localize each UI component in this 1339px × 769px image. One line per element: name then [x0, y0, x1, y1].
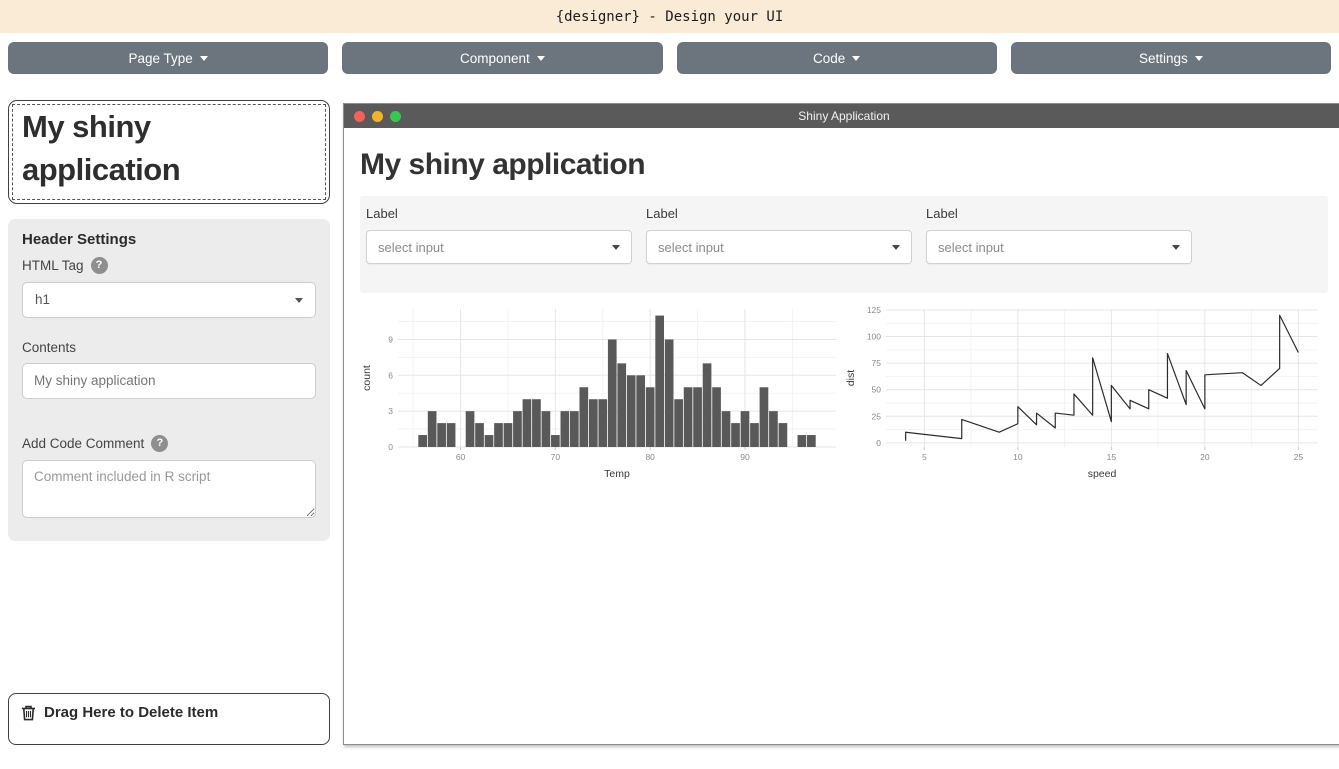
- toolbar-button-label: Settings: [1139, 51, 1188, 66]
- svg-text:3: 3: [388, 406, 393, 416]
- svg-text:125: 125: [867, 305, 881, 315]
- contents-label: Contents: [22, 340, 316, 355]
- code-comment-textarea[interactable]: [22, 460, 316, 518]
- contents-input[interactable]: [22, 363, 316, 399]
- svg-text:5: 5: [922, 452, 927, 462]
- select-input-label: Label: [926, 206, 1192, 221]
- select-input-label: Label: [646, 206, 912, 221]
- trash-icon: [21, 705, 36, 721]
- header-settings-panel: Header Settings HTML Tag ? h1 Contents A…: [8, 219, 330, 541]
- delete-zone-label: Drag Here to Delete Item: [44, 704, 218, 721]
- svg-text:speed: speed: [1088, 468, 1117, 480]
- toolbar-button-settings[interactable]: Settings: [1011, 42, 1331, 74]
- chevron-down-icon: [537, 56, 545, 61]
- select-inputs-row: Label select input Label select input La…: [360, 196, 1328, 293]
- app-title: {designer} - Design your UI: [556, 9, 784, 25]
- select-input-group: Label select input: [926, 206, 1192, 264]
- svg-text:25: 25: [1294, 452, 1304, 462]
- html-tag-select[interactable]: h1: [22, 282, 316, 318]
- select-input-value: select input: [658, 240, 724, 255]
- svg-text:80: 80: [645, 452, 655, 462]
- help-icon[interactable]: ?: [151, 435, 168, 452]
- svg-text:90: 90: [740, 452, 750, 462]
- svg-text:70: 70: [551, 452, 561, 462]
- maximize-icon: [390, 111, 401, 122]
- header-element-preview[interactable]: My shiny application: [8, 100, 330, 204]
- svg-text:60: 60: [456, 452, 466, 462]
- select-input-value: select input: [938, 240, 1004, 255]
- svg-text:100: 100: [867, 332, 881, 342]
- svg-text:dist: dist: [845, 370, 857, 386]
- main-content: My shiny application Header Settings HTM…: [8, 100, 1332, 745]
- chevron-down-icon: [295, 298, 303, 303]
- svg-text:count: count: [361, 365, 373, 391]
- svg-text:75: 75: [872, 358, 882, 368]
- sidebar: My shiny application Header Settings HTM…: [8, 100, 330, 745]
- charts-row: 0 3 6 9 60 70 80 90 Temp count 0 25 50 75 100 125 5 10 15…: [360, 299, 1328, 481]
- svg-text:0: 0: [876, 438, 881, 448]
- traffic-lights: [354, 111, 401, 122]
- shiny-app-preview-window: Shiny Application My shiny application L…: [343, 103, 1339, 745]
- svg-text:25: 25: [872, 411, 882, 421]
- chevron-down-icon: [892, 245, 900, 250]
- chevron-down-icon: [1195, 56, 1203, 61]
- minimize-icon: [372, 111, 383, 122]
- select-input-label: Label: [366, 206, 632, 221]
- toolbar-button-label: Component: [460, 51, 530, 66]
- select-input-group: Label select input: [366, 206, 632, 264]
- close-icon: [354, 111, 365, 122]
- header-preview-text: My shiny application: [22, 109, 180, 187]
- html-tag-selected-value: h1: [35, 292, 50, 307]
- help-icon[interactable]: ?: [91, 257, 108, 274]
- svg-text:0: 0: [388, 442, 393, 452]
- toolbar-button-label: Page Type: [128, 51, 192, 66]
- window-titlebar: Shiny Application: [344, 104, 1339, 128]
- chevron-down-icon: [1172, 245, 1180, 250]
- toolbar-button-page-type[interactable]: Page Type: [8, 42, 328, 74]
- toolbar-button-component[interactable]: Component: [342, 42, 662, 74]
- select-input-3[interactable]: select input: [926, 230, 1192, 264]
- html-tag-label: HTML Tag ?: [22, 257, 316, 274]
- temp-histogram: 0 3 6 9 60 70 80 90 Temp count: [360, 299, 844, 481]
- select-input-2[interactable]: select input: [646, 230, 912, 264]
- svg-text:20: 20: [1200, 452, 1210, 462]
- code-comment-label: Add Code Comment ?: [22, 435, 316, 452]
- svg-text:15: 15: [1107, 452, 1117, 462]
- delete-drop-zone[interactable]: Drag Here to Delete Item: [8, 693, 330, 745]
- panel-title: Header Settings: [22, 231, 316, 248]
- svg-text:9: 9: [388, 334, 393, 344]
- select-input-1[interactable]: select input: [366, 230, 632, 264]
- select-input-group: Label select input: [646, 206, 912, 264]
- app-banner: {designer} - Design your UI: [0, 0, 1339, 33]
- svg-text:50: 50: [872, 385, 882, 395]
- speed-dist-line-chart: 0 25 50 75 100 125 5 10 15 20 25 speed dist: [844, 299, 1328, 481]
- svg-text:Temp: Temp: [604, 468, 630, 480]
- svg-text:6: 6: [388, 370, 393, 380]
- chevron-down-icon: [852, 56, 860, 61]
- toolbar: Page Type Component Code Settings: [8, 42, 1331, 74]
- header-element-drag-handle[interactable]: My shiny application: [12, 104, 326, 200]
- window-body: My shiny application Label select input …: [344, 128, 1339, 744]
- select-input-value: select input: [378, 240, 444, 255]
- chevron-down-icon: [200, 56, 208, 61]
- toolbar-button-label: Code: [813, 51, 845, 66]
- window-title: Shiny Application: [344, 109, 1339, 123]
- app-heading: My shiny application: [360, 148, 1328, 182]
- svg-text:10: 10: [1013, 452, 1023, 462]
- toolbar-button-code[interactable]: Code: [677, 42, 997, 74]
- chevron-down-icon: [612, 245, 620, 250]
